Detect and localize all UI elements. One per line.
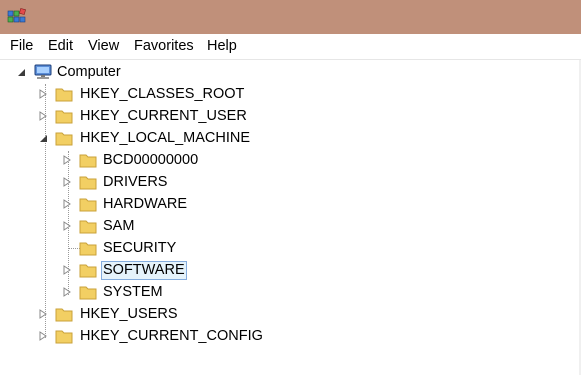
tree-label: DRIVERS [103, 174, 168, 190]
tree-node-bcd00000000[interactable]: BCD00000000 [0, 150, 260, 172]
registry-editor-icon[interactable] [6, 7, 28, 27]
folder-icon [79, 242, 97, 256]
folder-icon [79, 154, 97, 168]
menu-bar: File Edit View Favorites Help [0, 34, 581, 60]
expanded-arrow-icon[interactable] [38, 133, 48, 143]
folder-icon [55, 88, 73, 102]
collapsed-arrow-icon[interactable] [62, 287, 72, 297]
tree-node-hkey-classes-root[interactable]: HKEY_CLASSES_ROOT [0, 84, 260, 106]
menu-help[interactable]: Help [207, 38, 237, 54]
tree-label: HKEY_USERS [80, 306, 178, 322]
tree-node-hardware[interactable]: HARDWARE [0, 194, 260, 216]
collapsed-arrow-icon[interactable] [62, 177, 72, 187]
folder-icon [55, 308, 73, 322]
collapsed-arrow-icon[interactable] [62, 265, 72, 275]
tree-label: SAM [103, 218, 135, 234]
tree-node-hkey-users[interactable]: HKEY_USERS [0, 304, 260, 326]
tree-node-sam[interactable]: SAM [0, 216, 260, 238]
folder-icon [55, 132, 73, 146]
registry-tree: Computer HKEY_CLASSES_ROOT HKEY_CURRENT_… [0, 60, 581, 375]
menu-view[interactable]: View [88, 38, 119, 54]
collapsed-arrow-icon[interactable] [38, 331, 48, 341]
tree-label: HKEY_CURRENT_CONFIG [80, 328, 263, 344]
collapsed-arrow-icon[interactable] [62, 221, 72, 231]
folder-icon [55, 330, 73, 344]
expanded-arrow-icon[interactable] [16, 67, 26, 77]
folder-icon [79, 286, 97, 300]
tree-label-selected: SOFTWARE [101, 261, 187, 280]
tree-label: SYSTEM [103, 284, 163, 300]
menu-file[interactable]: File [10, 38, 33, 54]
tree-node-hkey-current-user[interactable]: HKEY_CURRENT_USER [0, 106, 260, 128]
tree-label: Computer [57, 64, 121, 80]
tree-node-hkey-current-config[interactable]: HKEY_CURRENT_CONFIG [0, 326, 263, 348]
tree-label: SECURITY [103, 240, 177, 256]
folder-icon [55, 110, 73, 124]
tree-label: HKEY_LOCAL_MACHINE [80, 130, 251, 146]
tree-node-computer[interactable]: Computer [0, 62, 200, 84]
tree-node-drivers[interactable]: DRIVERS [0, 172, 260, 194]
collapsed-arrow-icon[interactable] [62, 155, 72, 165]
folder-icon [79, 264, 97, 278]
tree-label: HARDWARE [103, 196, 188, 212]
menu-favorites[interactable]: Favorites [134, 38, 194, 54]
tree-label: HKEY_CURRENT_USER [80, 108, 247, 124]
collapsed-arrow-icon[interactable] [62, 199, 72, 209]
computer-icon [34, 64, 52, 79]
tree-label: HKEY_CLASSES_ROOT [80, 86, 245, 102]
collapsed-arrow-icon[interactable] [38, 309, 48, 319]
tree-node-software[interactable]: SOFTWARE [0, 260, 260, 282]
title-bar [0, 0, 581, 34]
collapsed-arrow-icon[interactable] [38, 111, 48, 121]
tree-label: BCD00000000 [103, 152, 199, 168]
tree-node-hkey-local-machine[interactable]: HKEY_LOCAL_MACHINE [0, 128, 260, 150]
tree-node-system[interactable]: SYSTEM [0, 282, 260, 304]
folder-icon [79, 220, 97, 234]
tree-node-security[interactable]: SECURITY [0, 238, 260, 260]
menu-edit[interactable]: Edit [48, 38, 73, 54]
collapsed-arrow-icon[interactable] [38, 89, 48, 99]
folder-icon [79, 198, 97, 212]
folder-icon [79, 176, 97, 190]
